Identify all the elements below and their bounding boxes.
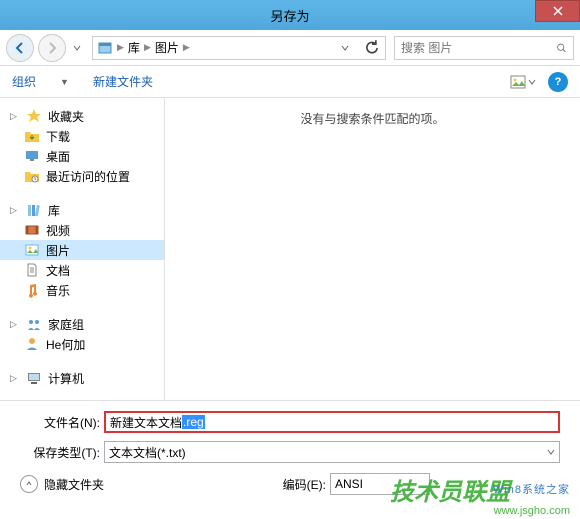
watermark-url: www.jsgho.com bbox=[494, 505, 570, 517]
sidebar-item-label: 文档 bbox=[46, 262, 70, 279]
expand-icon: ▷ bbox=[10, 319, 20, 330]
arrow-right-icon bbox=[45, 41, 59, 55]
content-area: ▷ 收藏夹 下载 桌面 最近访问的位置 ▷ 库 bbox=[0, 98, 580, 400]
computer-icon bbox=[26, 370, 42, 386]
hide-folders-label: 隐藏文件夹 bbox=[44, 476, 104, 493]
toolbar: 组织 ▼ 新建文件夹 ? bbox=[0, 66, 580, 98]
arrow-left-icon bbox=[13, 41, 27, 55]
filetype-label: 保存类型(T): bbox=[20, 444, 100, 461]
collapse-icon bbox=[20, 475, 38, 493]
sidebar-item-label: 桌面 bbox=[46, 148, 70, 165]
filename-selection: .reg bbox=[182, 415, 205, 429]
empty-message: 没有与搜索条件匹配的项。 bbox=[177, 110, 568, 127]
sidebar-recent[interactable]: 最近访问的位置 bbox=[0, 166, 164, 186]
library-icon bbox=[97, 40, 113, 56]
filename-label: 文件名(N): bbox=[20, 414, 100, 431]
sidebar-desktop[interactable]: 桌面 bbox=[0, 146, 164, 166]
video-icon bbox=[24, 222, 40, 238]
homegroup-icon bbox=[26, 316, 42, 332]
picture-icon bbox=[510, 75, 526, 89]
encoding-value: ANSI bbox=[335, 477, 425, 491]
libraries-group: ▷ 库 视频 图片 文档 音乐 bbox=[0, 200, 164, 300]
expand-icon: ▷ bbox=[10, 373, 20, 384]
sidebar-downloads[interactable]: 下载 bbox=[0, 126, 164, 146]
homegroup-group: ▷ 家庭组 He何加 bbox=[0, 314, 164, 354]
filetype-select[interactable]: 文本文档(*.txt) bbox=[104, 441, 560, 463]
back-button[interactable] bbox=[6, 34, 34, 62]
homegroup-label: 家庭组 bbox=[48, 316, 84, 333]
save-panel: 文件名(N): 新建文本文档.reg 保存类型(T): 文本文档(*.txt) … bbox=[0, 400, 580, 505]
library-icon bbox=[26, 202, 42, 218]
document-icon bbox=[24, 262, 40, 278]
new-folder-button[interactable]: 新建文件夹 bbox=[93, 73, 153, 90]
sidebar-user[interactable]: He何加 bbox=[0, 334, 164, 354]
expand-icon: ▷ bbox=[10, 111, 20, 122]
title-bar: 另存为 bbox=[0, 0, 580, 30]
chevron-down-icon bbox=[73, 44, 81, 52]
computer-group: ▷ 计算机 bbox=[0, 368, 164, 388]
breadcrumb-item[interactable]: 图片 bbox=[155, 39, 179, 56]
nav-history-dropdown[interactable] bbox=[70, 34, 84, 62]
file-list-area: 没有与搜索条件匹配的项。 bbox=[165, 98, 580, 400]
forward-button[interactable] bbox=[38, 34, 66, 62]
sidebar-item-label: 最近访问的位置 bbox=[46, 168, 130, 185]
breadcrumb-item[interactable]: 库 bbox=[128, 39, 140, 56]
sidebar: ▷ 收藏夹 下载 桌面 最近访问的位置 ▷ 库 bbox=[0, 98, 165, 400]
search-box[interactable] bbox=[394, 36, 574, 60]
nav-bar: ▶ 库 ▶ 图片 ▶ bbox=[0, 30, 580, 66]
breadcrumb-separator: ▶ bbox=[117, 42, 124, 53]
pictures-icon bbox=[24, 242, 40, 258]
sidebar-pictures[interactable]: 图片 bbox=[0, 240, 164, 260]
sidebar-item-label: 音乐 bbox=[46, 282, 70, 299]
sidebar-item-label: 图片 bbox=[46, 242, 70, 259]
breadcrumb-separator: ▶ bbox=[144, 42, 151, 53]
libraries-label: 库 bbox=[48, 202, 60, 219]
sidebar-documents[interactable]: 文档 bbox=[0, 260, 164, 280]
breadcrumb-separator: ▶ bbox=[183, 42, 190, 53]
star-icon bbox=[26, 108, 42, 124]
computer-label: 计算机 bbox=[48, 370, 84, 387]
sidebar-music[interactable]: 音乐 bbox=[0, 280, 164, 300]
filetype-value: 文本文档(*.txt) bbox=[109, 444, 547, 461]
expand-icon: ▷ bbox=[10, 205, 20, 216]
hide-folders-toggle[interactable]: 隐藏文件夹 bbox=[20, 475, 104, 493]
favorites-group: ▷ 收藏夹 下载 桌面 最近访问的位置 bbox=[0, 106, 164, 186]
refresh-button[interactable] bbox=[363, 39, 381, 57]
sidebar-item-label: 视频 bbox=[46, 222, 70, 239]
close-icon bbox=[553, 6, 563, 16]
window-title: 另存为 bbox=[270, 6, 309, 25]
sidebar-item-label: 下载 bbox=[46, 128, 70, 145]
organize-dropdown-icon: ▼ bbox=[60, 77, 69, 87]
address-dropdown-icon[interactable] bbox=[341, 44, 349, 52]
close-button[interactable] bbox=[535, 0, 580, 22]
music-icon bbox=[24, 282, 40, 298]
user-icon bbox=[24, 336, 40, 352]
desktop-icon bbox=[24, 148, 40, 164]
chevron-down-icon bbox=[528, 78, 536, 86]
sidebar-favorites[interactable]: ▷ 收藏夹 bbox=[0, 106, 164, 126]
sidebar-videos[interactable]: 视频 bbox=[0, 220, 164, 240]
help-button[interactable]: ? bbox=[548, 72, 568, 92]
organize-menu[interactable]: 组织 bbox=[12, 73, 36, 90]
sidebar-libraries[interactable]: ▷ 库 bbox=[0, 200, 164, 220]
encoding-label: 编码(E): bbox=[283, 476, 326, 493]
filename-prefix: 新建文本文档 bbox=[110, 414, 182, 431]
address-bar[interactable]: ▶ 库 ▶ 图片 ▶ bbox=[92, 36, 386, 60]
sidebar-computer[interactable]: ▷ 计算机 bbox=[0, 368, 164, 388]
favorites-label: 收藏夹 bbox=[48, 108, 84, 125]
search-input[interactable] bbox=[401, 41, 556, 55]
recent-icon bbox=[24, 168, 40, 184]
filename-input[interactable]: 新建文本文档.reg bbox=[104, 411, 560, 433]
view-options-button[interactable] bbox=[506, 73, 540, 91]
sidebar-homegroup[interactable]: ▷ 家庭组 bbox=[0, 314, 164, 334]
download-folder-icon bbox=[24, 128, 40, 144]
sidebar-item-label: He何加 bbox=[46, 336, 85, 353]
search-icon bbox=[556, 41, 567, 55]
encoding-select[interactable]: ANSI bbox=[330, 473, 430, 495]
chevron-down-icon bbox=[547, 448, 555, 456]
